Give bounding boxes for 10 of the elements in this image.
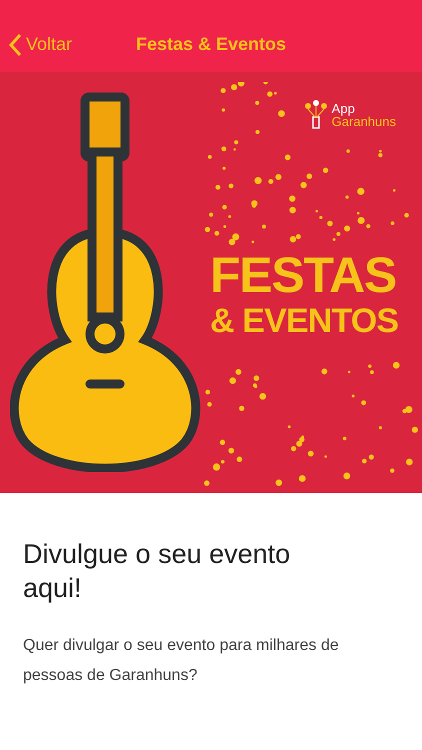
article-heading: Divulgue o seu evento aqui! — [23, 538, 292, 605]
flowers-icon — [304, 100, 328, 130]
banner-headline: FESTAS — [210, 250, 396, 300]
logo-garanhuns: Garanhuns — [332, 115, 396, 128]
back-button[interactable]: Voltar — [0, 31, 72, 58]
nav-title: Festas & Eventos — [136, 33, 286, 56]
chevron-left-icon — [8, 32, 22, 56]
banner-subheadline: & EVENTOS — [210, 301, 398, 342]
logo-app: App — [332, 102, 356, 115]
article-body: Quer divulgar o seu evento para milhares de pessoas de Garanhuns? — [23, 636, 340, 686]
